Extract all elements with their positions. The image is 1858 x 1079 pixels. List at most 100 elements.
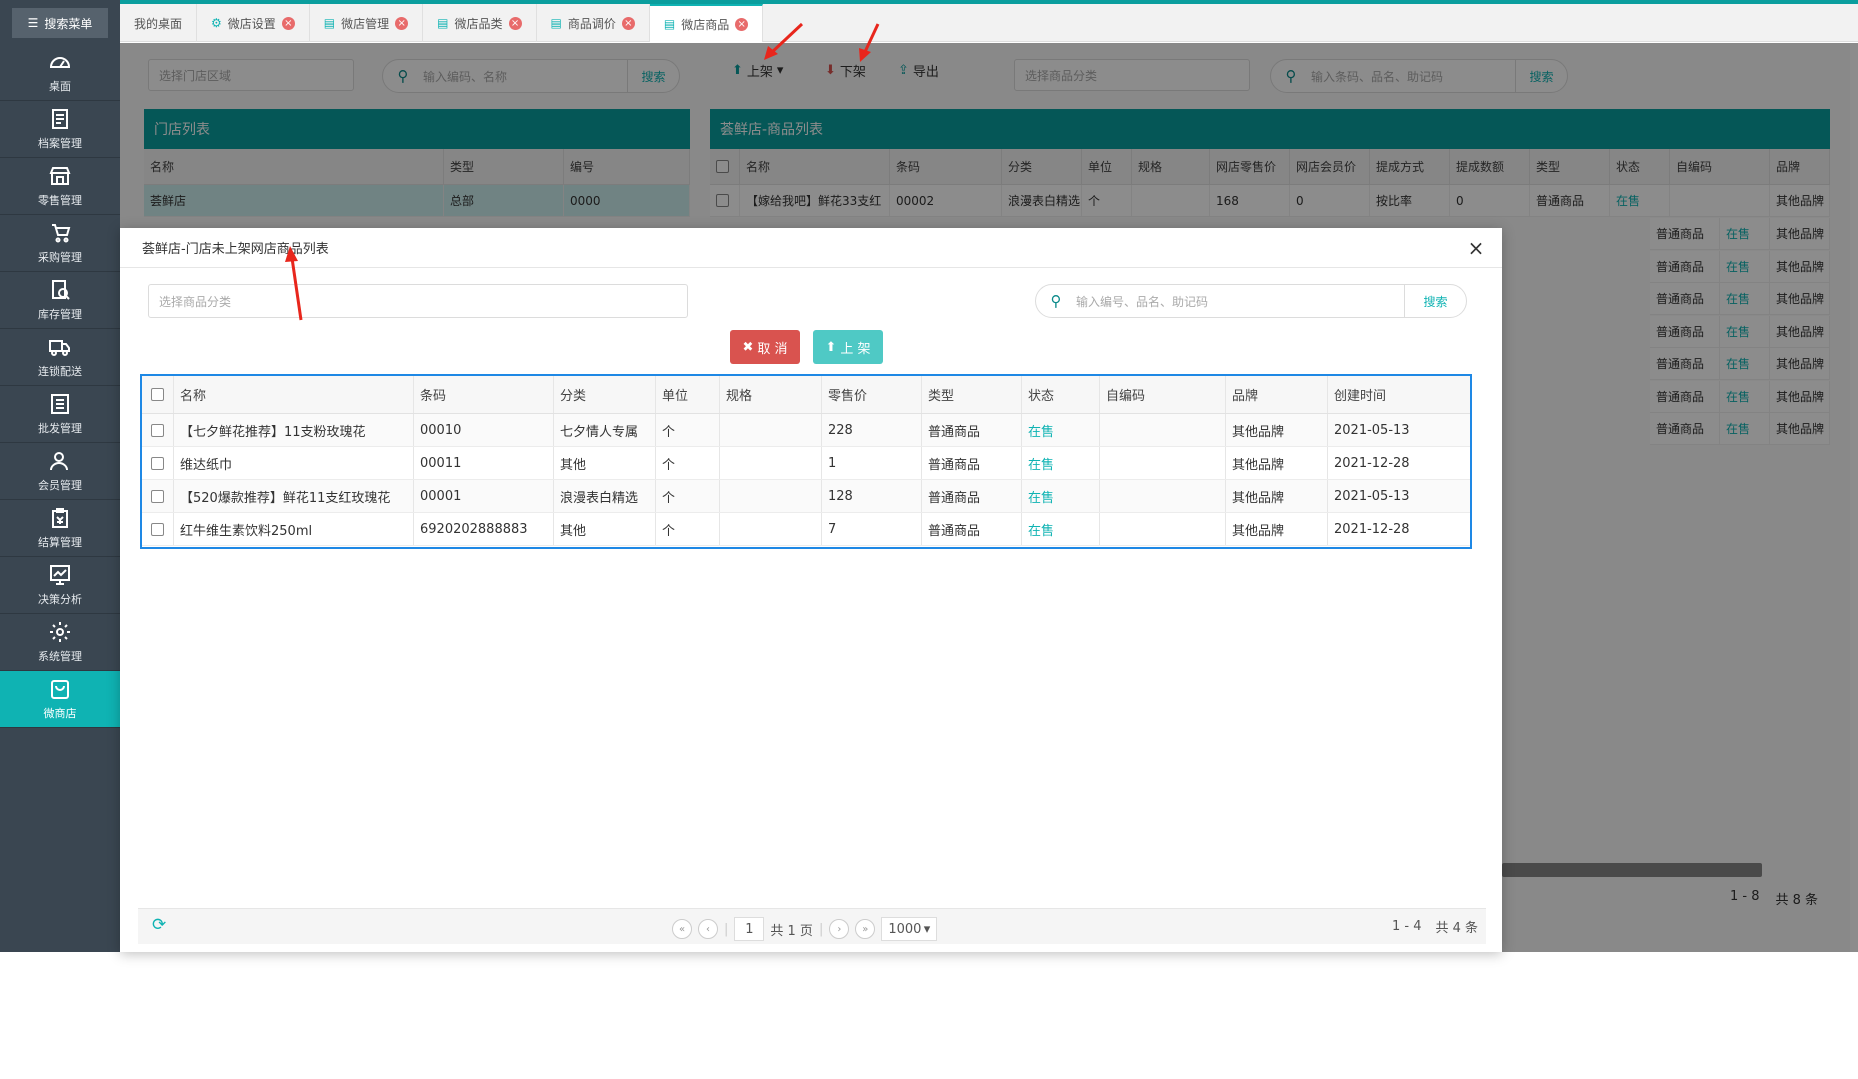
col-spec: 规格 <box>720 376 822 413</box>
close-icon[interactable]: × <box>1464 236 1488 260</box>
sidebar-item-system[interactable]: 系统管理 <box>0 614 120 671</box>
close-icon[interactable]: × <box>281 16 295 30</box>
cell: 2021-12-28 <box>1334 455 1410 471</box>
tab-label: 微店管理 <box>341 16 390 31</box>
sidebar-item-purchase[interactable]: 采购管理 <box>0 215 120 272</box>
row-checkbox[interactable] <box>151 489 164 503</box>
modal-category-select[interactable]: 选择商品分类 <box>148 284 688 318</box>
sidebar-item-label: 结算管理 <box>38 536 82 549</box>
tab-price-adjust[interactable]: ▤ 商品调价 × <box>537 4 650 42</box>
cell: 维达纸巾 <box>174 447 414 479</box>
first-page-icon[interactable]: « <box>672 919 692 939</box>
refresh-icon[interactable]: ⟳ <box>152 915 166 935</box>
shelf-on-confirm-label: 上 架 <box>840 341 871 357</box>
document-icon: ▤ <box>663 17 676 31</box>
page-number-input[interactable]: 1 <box>734 917 765 941</box>
sidebar-item-wholesale[interactable]: 批发管理 <box>0 386 120 443</box>
row-select-cell[interactable] <box>142 414 174 446</box>
sidebar-item-label: 库存管理 <box>38 308 82 321</box>
modal-search-input[interactable]: 输入编号、品名、助记码 <box>1076 293 1404 310</box>
gear-icon: ⚙ <box>211 16 222 30</box>
cell: 其他 <box>554 513 656 545</box>
close-icon[interactable]: × <box>621 16 635 30</box>
sidebar-item-desktop[interactable]: 桌面 <box>0 44 120 101</box>
pager-divider: | <box>818 921 824 937</box>
cell: 228 <box>822 414 922 446</box>
close-icon[interactable]: × <box>395 16 409 30</box>
next-page-icon[interactable]: › <box>829 919 850 939</box>
last-page-icon[interactable]: » <box>855 919 876 939</box>
app-frame: ☰ 搜索菜单 桌面 档案管理 零售管理 采购管理 库存管理 连锁配送 批发管理 … <box>0 0 1858 952</box>
row-checkbox[interactable] <box>151 423 164 437</box>
select-all-checkbox[interactable] <box>151 388 164 401</box>
tab-label: 我的桌面 <box>134 16 183 31</box>
analysis-icon <box>50 565 70 585</box>
tab-label: 微店品类 <box>454 16 503 31</box>
cell: 128 <box>822 480 922 512</box>
cell: 00001 <box>414 480 554 512</box>
menu-search-label: 搜索菜单 <box>44 16 93 31</box>
tab-shop-products[interactable]: ▤ 微店商品 × <box>649 4 764 42</box>
truck-icon <box>49 340 70 356</box>
row-checkbox[interactable] <box>151 522 164 536</box>
dashboard-icon <box>49 57 71 68</box>
table-row[interactable]: 【520爆款推荐】鲜花11支红玫瑰花 00001 浪漫表白精选个 128 普通商品 在售 其… <box>142 480 1470 513</box>
close-icon[interactable]: × <box>735 17 749 31</box>
tab-shop-management[interactable]: ▤ 微店管理 × <box>310 4 424 42</box>
cell: 【七夕鲜花推荐】11支粉玫瑰花 <box>174 414 414 446</box>
menu-search-button[interactable]: ☰ 搜索菜单 <box>12 8 108 38</box>
cell: 其他品牌 <box>1226 513 1328 545</box>
sidebar-item-delivery[interactable]: 连锁配送 <box>0 329 120 386</box>
sidebar-nav: 桌面 档案管理 零售管理 采购管理 库存管理 连锁配送 批发管理 会员管理 结算… <box>0 44 120 728</box>
shelf-on-confirm-button[interactable]: ⬆ 上 架 <box>813 330 883 364</box>
close-icon: ✖ <box>742 339 754 355</box>
pager-controls: « ‹ | 1 共 1 页 | › » 1000 ▾ <box>672 917 938 941</box>
col-name: 名称 <box>174 376 414 413</box>
select-all-cell[interactable] <box>142 376 174 413</box>
annotation-arrow-icon <box>285 246 303 321</box>
sidebar-item-label: 系统管理 <box>38 650 82 663</box>
sidebar-item-microshop[interactable]: 微商店 <box>0 671 120 728</box>
cell: 2021-12-28 <box>1334 521 1410 537</box>
table-row[interactable]: 红牛维生素饮料250ml 6920202888883 其他个 7 普通商品 在售 其他品牌 2… <box>142 513 1470 546</box>
close-icon[interactable]: × <box>508 16 522 30</box>
cell <box>720 447 822 479</box>
row-checkbox[interactable] <box>151 456 164 470</box>
row-select-cell[interactable] <box>142 513 174 545</box>
col-barcode: 条码 <box>414 376 554 413</box>
document-icon: ▤ <box>437 16 449 30</box>
sidebar-item-member[interactable]: 会员管理 <box>0 443 120 500</box>
sidebar-item-analysis[interactable]: 决策分析 <box>0 557 120 614</box>
modal-pager: ⟳ « ‹ | 1 共 1 页 | › » 1000 ▾ 1 - 4 共 4 条 <box>138 908 1486 944</box>
row-select-cell[interactable] <box>142 447 174 479</box>
cell: 普通商品 <box>922 480 1022 512</box>
page-size-select[interactable]: 1000 ▾ <box>881 917 938 941</box>
cell: 7 <box>822 513 922 545</box>
status-badge: 在售 <box>1022 447 1100 479</box>
cell: 其他品牌 <box>1226 480 1328 512</box>
modal-search: ⚲ 输入编号、品名、助记码 搜索 <box>1035 284 1467 318</box>
tab-shop-settings[interactable]: ⚙ 微店设置 × <box>197 4 310 42</box>
shop-bag-icon <box>51 680 69 699</box>
cancel-button[interactable]: ✖ 取 消 <box>730 330 800 364</box>
prev-page-icon[interactable]: ‹ <box>698 919 718 939</box>
sidebar-item-retail[interactable]: 零售管理 <box>0 158 120 215</box>
cell: 七夕情人专属 <box>554 414 656 446</box>
table-row[interactable]: 维达纸巾 00011 其他个 1 普通商品 在售 其他品牌 2021-12-28 <box>142 447 1470 480</box>
sidebar-item-inventory[interactable]: 库存管理 <box>0 272 120 329</box>
sidebar-item-settlement[interactable]: 结算管理 <box>0 500 120 557</box>
cell <box>1100 414 1226 446</box>
table-row[interactable]: 【七夕鲜花推荐】11支粉玫瑰花 00010 七夕情人专属个 228 普通商品 在售 其他品牌… <box>142 414 1470 447</box>
col-category: 分类 <box>554 376 656 413</box>
cell: 浪漫表白精选 <box>554 480 656 512</box>
col-unit: 单位 <box>656 376 720 413</box>
tab-shop-category[interactable]: ▤ 微店品类 × <box>423 4 537 42</box>
tab-my-desktop[interactable]: 我的桌面 <box>120 4 198 42</box>
row-select-cell[interactable] <box>142 480 174 512</box>
sidebar-item-archive[interactable]: 档案管理 <box>0 101 120 158</box>
cell: 个 <box>656 447 720 479</box>
modal-search-button[interactable]: 搜索 <box>1404 285 1466 317</box>
inventory-icon <box>52 280 70 300</box>
cell <box>1100 513 1226 545</box>
sidebar-item-label: 连锁配送 <box>38 365 82 378</box>
